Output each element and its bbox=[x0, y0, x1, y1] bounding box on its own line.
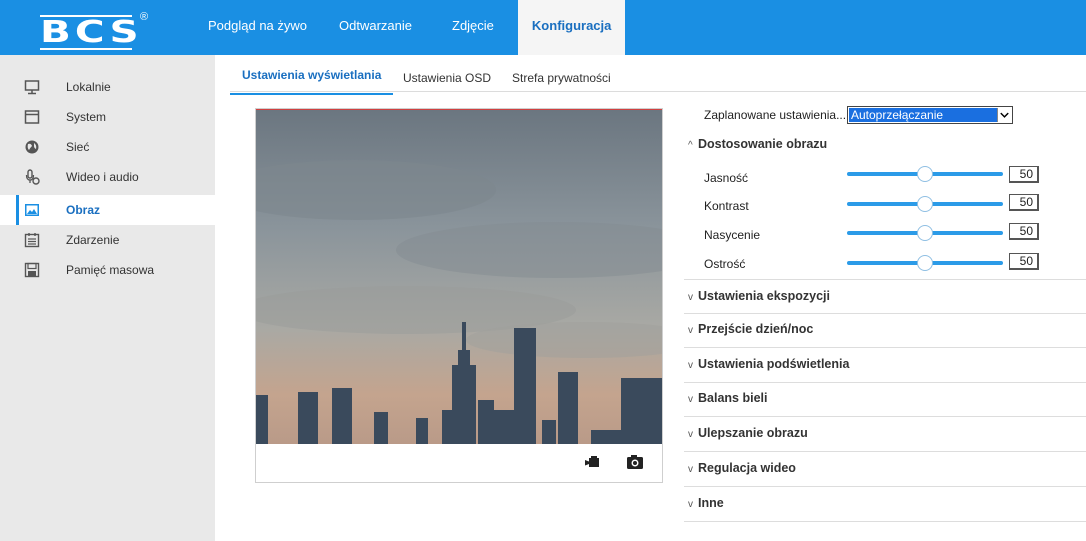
divider bbox=[684, 451, 1086, 452]
live-video-view[interactable] bbox=[256, 109, 662, 444]
divider bbox=[684, 521, 1086, 522]
schedule-select[interactable]: Autoprzełączanie bbox=[847, 106, 1013, 124]
video-preview-frame bbox=[255, 108, 663, 483]
section-title: Ustawienia ekspozycji bbox=[698, 289, 831, 303]
settings-tabs: Ustawienia wyświetlania Ustawienia OSD S… bbox=[229, 66, 1086, 95]
divider bbox=[684, 313, 1086, 314]
section-title: Ustawienia podświetlenia bbox=[698, 357, 850, 371]
sharpness-label: Ostrość bbox=[704, 257, 746, 271]
chevron-down-icon bbox=[997, 108, 1009, 122]
section-title: Regulacja wideo bbox=[698, 461, 796, 475]
globe-icon bbox=[25, 140, 39, 154]
sidebar: Lokalnie System Sieć Wideo i audio Obraz… bbox=[0, 55, 215, 541]
section-video-adjustment[interactable]: v Regulacja wideo bbox=[688, 461, 796, 475]
sidebar-item-label: System bbox=[66, 110, 107, 124]
section-title: Ulepszanie obrazu bbox=[698, 426, 808, 440]
main-nav: Podgląd na żywo Odtwarzanie Zdjęcie Konf… bbox=[192, 0, 626, 55]
nav-configuration[interactable]: Konfiguracja bbox=[517, 0, 626, 55]
tab-osd-settings[interactable]: Ustawienia OSD bbox=[403, 71, 491, 97]
sidebar-item-image[interactable]: Obraz bbox=[0, 195, 215, 225]
sidebar-item-video-audio[interactable]: Wideo i audio bbox=[0, 162, 215, 192]
sidebar-item-label: Sieć bbox=[66, 140, 90, 154]
sidebar-item-network[interactable]: Sieć bbox=[0, 132, 215, 162]
slider-knob[interactable] bbox=[917, 255, 933, 271]
microphone-icon bbox=[25, 169, 40, 185]
video-record-icon[interactable] bbox=[584, 453, 602, 471]
city-skyline-image bbox=[256, 110, 662, 444]
section-title: Balans bieli bbox=[698, 391, 768, 405]
logo-registered-mark: ® bbox=[140, 11, 149, 23]
sidebar-item-storage[interactable]: Pamięć masowa bbox=[0, 255, 215, 285]
sidebar-item-label: Zdarzenie bbox=[66, 233, 120, 247]
section-title: Dostosowanie obrazu bbox=[698, 137, 828, 151]
nav-live-view[interactable]: Podgląd na żywo bbox=[192, 0, 323, 55]
section-other[interactable]: v Inne bbox=[688, 496, 724, 510]
calendar-icon bbox=[24, 233, 40, 248]
section-image-adjustment[interactable]: ^ Dostosowanie obrazu bbox=[688, 137, 827, 151]
camera-snapshot-icon[interactable] bbox=[626, 453, 644, 471]
chevron-up-icon: ^ bbox=[688, 140, 693, 151]
contrast-label: Kontrast bbox=[704, 199, 749, 213]
tab-privacy-mask[interactable]: Strefa prywatności bbox=[512, 71, 611, 97]
chevron-down-icon: v bbox=[688, 325, 693, 336]
schedule-selected-value: Autoprzełączanie bbox=[849, 108, 997, 122]
chevron-down-icon: v bbox=[688, 292, 693, 303]
contrast-slider[interactable] bbox=[847, 196, 1003, 212]
divider bbox=[684, 486, 1086, 487]
section-exposure[interactable]: v Ustawienia ekspozycji bbox=[688, 289, 830, 303]
sidebar-item-label: Wideo i audio bbox=[66, 170, 139, 184]
brightness-slider[interactable] bbox=[847, 166, 1003, 182]
divider bbox=[684, 279, 1086, 280]
chevron-down-icon: v bbox=[688, 499, 693, 510]
contrast-value[interactable]: 50 bbox=[1009, 194, 1039, 211]
logo-line-bottom bbox=[40, 48, 132, 50]
chevron-down-icon: v bbox=[688, 394, 693, 405]
bcs-logo: BCS ® bbox=[22, 7, 172, 50]
chevron-down-icon: v bbox=[688, 360, 693, 371]
section-day-night[interactable]: v Przejście dzień/noc bbox=[688, 322, 813, 336]
section-title: Inne bbox=[698, 496, 724, 510]
brightness-value[interactable]: 50 bbox=[1009, 166, 1039, 183]
section-title: Przejście dzień/noc bbox=[698, 322, 814, 336]
divider bbox=[684, 416, 1086, 417]
nav-playback[interactable]: Odtwarzanie bbox=[323, 0, 428, 55]
monitor-icon bbox=[24, 80, 40, 95]
sidebar-item-system[interactable]: System bbox=[0, 102, 215, 132]
divider bbox=[684, 347, 1086, 348]
sidebar-item-event[interactable]: Zdarzenie bbox=[0, 225, 215, 255]
storage-icon bbox=[24, 262, 40, 278]
sidebar-item-label: Pamięć masowa bbox=[66, 263, 155, 277]
divider bbox=[684, 382, 1086, 383]
slider-knob[interactable] bbox=[917, 196, 933, 212]
slider-knob[interactable] bbox=[917, 166, 933, 182]
saturation-slider[interactable] bbox=[847, 225, 1003, 241]
slider-knob[interactable] bbox=[917, 225, 933, 241]
logo-text: BCS bbox=[40, 15, 143, 50]
sharpness-slider[interactable] bbox=[847, 255, 1003, 271]
window-icon bbox=[24, 110, 40, 124]
section-white-balance[interactable]: v Balans bieli bbox=[688, 391, 767, 405]
saturation-label: Nasycenie bbox=[704, 228, 761, 242]
schedule-label: Zaplanowane ustawienia... bbox=[704, 108, 847, 122]
sharpness-value[interactable]: 50 bbox=[1009, 253, 1039, 270]
tab-display-settings[interactable]: Ustawienia wyświetlania bbox=[229, 68, 394, 95]
section-backlight[interactable]: v Ustawienia podświetlenia bbox=[688, 357, 849, 371]
sidebar-item-label: Lokalnie bbox=[66, 80, 111, 94]
image-icon bbox=[25, 204, 39, 216]
sidebar-item-label: Obraz bbox=[66, 203, 101, 217]
section-image-enhancement[interactable]: v Ulepszanie obrazu bbox=[688, 426, 808, 440]
sidebar-item-local[interactable]: Lokalnie bbox=[0, 72, 215, 102]
top-bar: BCS ® Podgląd na żywo Odtwarzanie Zdjęci… bbox=[0, 0, 1086, 55]
chevron-down-icon: v bbox=[688, 464, 693, 475]
chevron-down-icon: v bbox=[688, 429, 693, 440]
brightness-label: Jasność bbox=[704, 171, 749, 185]
saturation-value[interactable]: 50 bbox=[1009, 223, 1039, 240]
nav-picture[interactable]: Zdjęcie bbox=[428, 0, 518, 55]
